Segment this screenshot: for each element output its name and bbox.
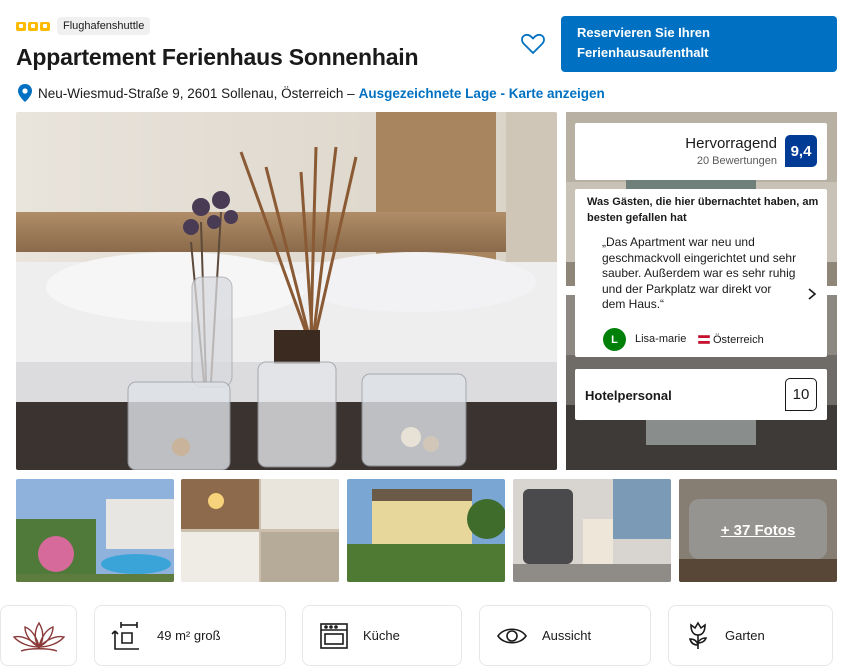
location-row: Neu-Wiesmud-Straße 9, 2601 Sollenau, Öst…	[18, 84, 605, 102]
thumbnail-photo[interactable]	[513, 479, 671, 582]
facility-view: Aussicht	[479, 605, 651, 666]
reserve-button[interactable]: Reservieren Sie Ihren Ferienhausaufentha…	[561, 16, 837, 72]
garden-flower-icon	[688, 620, 708, 649]
reviewer-name: Lisa-marie	[635, 333, 687, 345]
airport-shuttle-badge: Flughafenshuttle	[57, 17, 151, 35]
facility-garden: Garten	[668, 605, 833, 666]
star-icon	[40, 22, 50, 31]
score-badge: 9,4	[785, 135, 817, 167]
review-quote: „Das Apartment war neu und geschmackvoll…	[602, 235, 797, 311]
main-photo[interactable]	[16, 112, 557, 470]
review-heading: Was Gästen, die hier übernachtet haben, …	[587, 196, 819, 224]
map-pin-icon	[18, 84, 32, 102]
thumbnail-photo[interactable]	[16, 479, 174, 582]
show-map-link[interactable]: Ausgezeichnete Lage - Karte anzeigen	[359, 86, 605, 101]
guest-review-card[interactable]: Was Gästen, die hier übernachtet haben, …	[575, 189, 827, 357]
rating-card[interactable]: Hervorragend 20 Bewertungen 9,4	[575, 123, 827, 180]
star-icon	[16, 22, 26, 31]
avatar: L	[603, 328, 626, 351]
rating-label: Hervorragend	[685, 135, 777, 152]
facility-label: 49 m² groß	[157, 628, 221, 643]
star-icon	[28, 22, 38, 31]
heart-icon[interactable]	[520, 32, 546, 56]
staff-rating-card[interactable]: Hotelpersonal 10	[575, 369, 827, 420]
facility-floor-area: 49 m² groß	[94, 605, 286, 666]
staff-score: 10	[785, 378, 817, 411]
facility-label: Garten	[725, 628, 765, 643]
facility-label: Küche	[363, 628, 400, 643]
lotus-icon	[0, 605, 77, 666]
thumbnail-photo[interactable]: + 37 Fotos	[679, 479, 837, 582]
address-text: Neu-Wiesmud-Straße 9, 2601 Sollenau, Öst…	[38, 85, 355, 101]
chevron-right-icon[interactable]	[807, 287, 817, 301]
staff-label: Hotelpersonal	[585, 388, 672, 403]
property-title: Appartement Ferienhaus Sonnenhain	[16, 44, 419, 70]
facility-label: Aussicht	[542, 628, 592, 643]
star-rating	[16, 22, 50, 31]
austria-flag-icon	[698, 335, 710, 344]
reviewer-country: Österreich	[713, 334, 764, 346]
thumbnail-photo[interactable]	[347, 479, 505, 582]
floor-area-icon	[111, 621, 139, 650]
more-photos-link[interactable]: + 37 Fotos	[679, 479, 837, 582]
review-count: 20 Bewertungen	[696, 155, 777, 167]
facility-kitchen: Küche	[302, 605, 462, 666]
eye-icon	[497, 627, 527, 644]
thumbnail-photo[interactable]	[181, 479, 339, 582]
kitchen-icon	[320, 622, 348, 649]
